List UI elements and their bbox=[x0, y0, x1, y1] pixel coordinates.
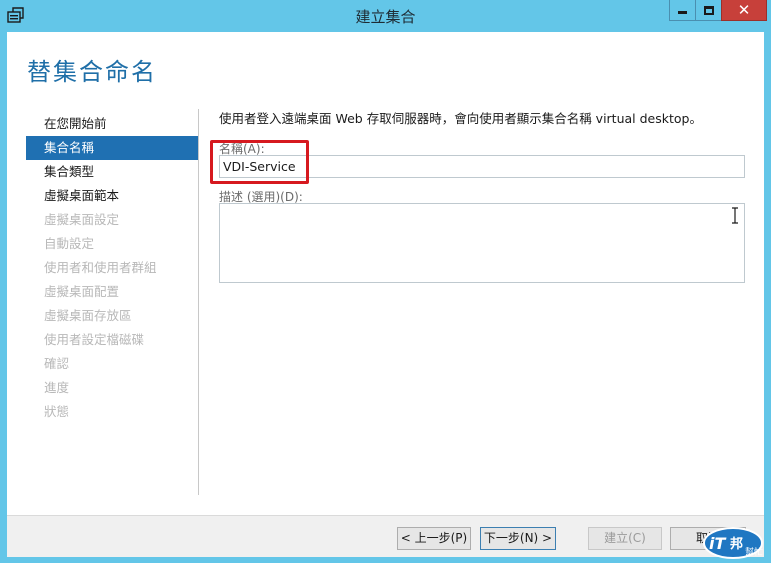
previous-button[interactable]: < 上一步(P) bbox=[397, 527, 471, 550]
nav-item-before-you-begin[interactable]: 在您開始前 bbox=[26, 112, 198, 136]
form-panel: 使用者登入遠端桌面 Web 存取伺服器時，會向使用者顯示集合名稱 virtual… bbox=[210, 108, 759, 283]
nav-item-confirmation: 確認 bbox=[44, 356, 70, 371]
close-icon: ✕ bbox=[737, 0, 751, 19]
text-cursor-icon bbox=[732, 207, 738, 224]
watermark-sub: 幫忙 bbox=[745, 546, 763, 558]
ithelp-watermark-logo: iT 邦 幫忙 bbox=[703, 527, 763, 559]
nav-item-virtual-desktop-allocation: 虛擬桌面配置 bbox=[44, 284, 120, 299]
page-title: 替集合命名 bbox=[27, 58, 157, 86]
window-title: 建立集合 bbox=[355, 8, 416, 26]
nav-item-user-profile-disks: 使用者設定檔磁碟 bbox=[44, 332, 145, 347]
minimize-icon bbox=[678, 11, 687, 14]
nav-item-users-and-groups: 使用者和使用者群組 bbox=[44, 260, 157, 275]
watermark-badge: iT bbox=[709, 534, 726, 553]
nav-divider bbox=[198, 109, 199, 495]
wizard-client-area: 替集合命名 在您開始前 集合名稱 集合類型 虛擬桌面範本 虛擬桌面設定 自動設定… bbox=[7, 32, 764, 557]
nav-item-virtual-desktop-storage: 虛擬桌面存放區 bbox=[44, 308, 132, 323]
title-bar: 建立集合 ✕ bbox=[0, 0, 771, 32]
maximize-icon bbox=[703, 5, 714, 15]
nav-item-virtual-desktop-settings: 虛擬桌面設定 bbox=[44, 212, 120, 227]
close-button[interactable]: ✕ bbox=[721, 0, 767, 21]
intro-text: 使用者登入遠端桌面 Web 存取伺服器時，會向使用者顯示集合名稱 virtual… bbox=[219, 111, 702, 126]
next-button[interactable]: 下一步(N) > bbox=[480, 527, 556, 550]
name-field-highlight bbox=[210, 140, 309, 184]
create-button: 建立(C) bbox=[588, 527, 662, 550]
wizard-steps-nav: 在您開始前 集合名稱 集合類型 虛擬桌面範本 虛擬桌面設定 自動設定 使用者和使… bbox=[26, 112, 198, 424]
nav-item-progress: 進度 bbox=[44, 380, 70, 395]
nav-item-virtual-desktop-template[interactable]: 虛擬桌面範本 bbox=[26, 184, 198, 208]
nav-item-collection-name[interactable]: 集合名稱 bbox=[26, 136, 198, 160]
description-input[interactable] bbox=[219, 203, 745, 283]
watermark-brand: 邦 bbox=[730, 536, 743, 552]
nav-item-collection-type[interactable]: 集合類型 bbox=[26, 160, 198, 184]
maximize-button[interactable] bbox=[695, 0, 722, 21]
minimize-button[interactable] bbox=[669, 0, 696, 21]
nav-item-unattended-settings: 自動設定 bbox=[44, 236, 95, 251]
nav-item-results: 狀態 bbox=[44, 404, 70, 419]
wizard-footer: < 上一步(P) 下一步(N) > 建立(C) 取消 bbox=[7, 515, 764, 557]
